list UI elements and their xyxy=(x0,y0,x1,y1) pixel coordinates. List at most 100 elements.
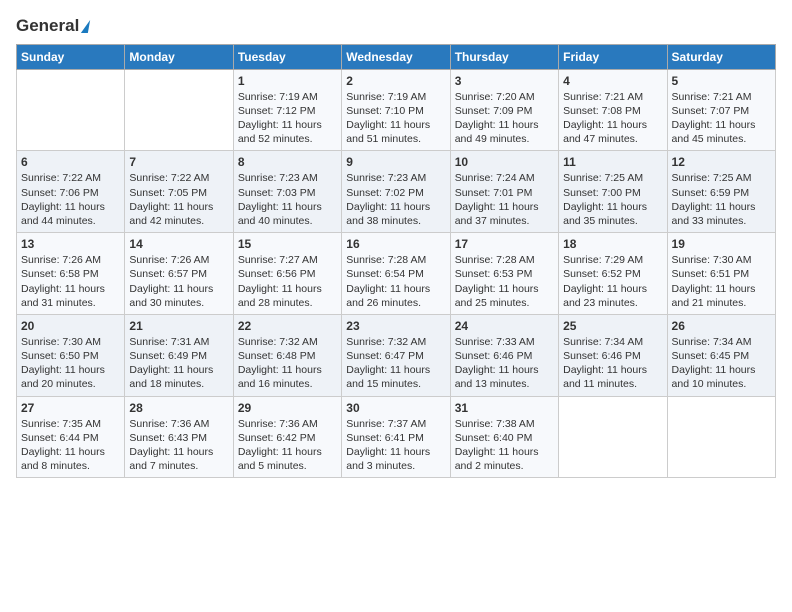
calendar-table: SundayMondayTuesdayWednesdayThursdayFrid… xyxy=(16,44,776,478)
weekday-header-sunday: Sunday xyxy=(17,44,125,69)
day-number: 23 xyxy=(346,319,445,333)
day-info: Sunrise: 7:26 AMSunset: 6:57 PMDaylight:… xyxy=(129,253,228,310)
day-info: Sunrise: 7:38 AMSunset: 6:40 PMDaylight:… xyxy=(455,417,554,474)
day-number: 28 xyxy=(129,401,228,415)
day-info: Sunrise: 7:30 AMSunset: 6:50 PMDaylight:… xyxy=(21,335,120,392)
weekday-header-monday: Monday xyxy=(125,44,233,69)
day-number: 25 xyxy=(563,319,662,333)
weekday-header-row: SundayMondayTuesdayWednesdayThursdayFrid… xyxy=(17,44,776,69)
calendar-week-row: 20 Sunrise: 7:30 AMSunset: 6:50 PMDayligh… xyxy=(17,314,776,396)
logo: General xyxy=(16,16,89,34)
calendar-cell: 3Sunrise: 7:20 AMSunset: 7:09 PMDaylight… xyxy=(450,69,558,151)
day-info: Sunrise: 7:22 AMSunset: 7:06 PMDaylight:… xyxy=(21,171,120,228)
day-info: Sunrise: 7:32 AMSunset: 6:48 PMDaylight:… xyxy=(238,335,337,392)
calendar-cell: 2 Sunrise: 7:19 AMSunset: 7:10 PMDaylight… xyxy=(342,69,450,151)
day-info: Sunrise: 7:28 AMSunset: 6:54 PMDaylight:… xyxy=(346,253,445,310)
weekday-header-friday: Friday xyxy=(559,44,667,69)
day-number: 8 xyxy=(238,155,337,169)
day-number: 5 xyxy=(672,74,771,88)
day-info: Sunrise: 7:29 AMSunset: 6:52 PMDaylight:… xyxy=(563,253,662,310)
calendar-cell: 1Sunrise: 7:19 AMSunset: 7:12 PMDaylight… xyxy=(233,69,341,151)
calendar-cell: 15 Sunrise: 7:27 AMSunset: 6:56 PMDayligh… xyxy=(233,233,341,315)
day-number: 14 xyxy=(129,237,228,251)
calendar-cell: 24Sunrise: 7:33 AMSunset: 6:46 PMDayligh… xyxy=(450,314,558,396)
day-info: Sunrise: 7:25 AMSunset: 6:59 PMDaylight:… xyxy=(672,171,771,228)
calendar-cell: 11 Sunrise: 7:25 AMSunset: 7:00 PMDayligh… xyxy=(559,151,667,233)
day-number: 27 xyxy=(21,401,120,415)
day-number: 18 xyxy=(563,237,662,251)
calendar-cell: 26 Sunrise: 7:34 AMSunset: 6:45 PMDayligh… xyxy=(667,314,775,396)
calendar-cell: 19 Sunrise: 7:30 AMSunset: 6:51 PMDayligh… xyxy=(667,233,775,315)
calendar-cell: 29 Sunrise: 7:36 AMSunset: 6:42 PMDayligh… xyxy=(233,396,341,478)
day-number: 7 xyxy=(129,155,228,169)
weekday-header-tuesday: Tuesday xyxy=(233,44,341,69)
calendar-cell: 22 Sunrise: 7:32 AMSunset: 6:48 PMDayligh… xyxy=(233,314,341,396)
day-number: 15 xyxy=(238,237,337,251)
calendar-cell: 23 Sunrise: 7:32 AMSunset: 6:47 PMDayligh… xyxy=(342,314,450,396)
day-info: Sunrise: 7:25 AMSunset: 7:00 PMDaylight:… xyxy=(563,171,662,228)
day-number: 21 xyxy=(129,319,228,333)
calendar-cell: 8Sunrise: 7:23 AMSunset: 7:03 PMDaylight… xyxy=(233,151,341,233)
calendar-cell: 13Sunrise: 7:26 AMSunset: 6:58 PMDayligh… xyxy=(17,233,125,315)
day-number: 2 xyxy=(346,74,445,88)
day-number: 22 xyxy=(238,319,337,333)
calendar-cell: 14 Sunrise: 7:26 AMSunset: 6:57 PMDayligh… xyxy=(125,233,233,315)
day-info: Sunrise: 7:20 AMSunset: 7:09 PMDaylight:… xyxy=(455,90,554,147)
calendar-cell: 18 Sunrise: 7:29 AMSunset: 6:52 PMDayligh… xyxy=(559,233,667,315)
day-info: Sunrise: 7:30 AMSunset: 6:51 PMDaylight:… xyxy=(672,253,771,310)
calendar-week-row: 13Sunrise: 7:26 AMSunset: 6:58 PMDayligh… xyxy=(17,233,776,315)
day-info: Sunrise: 7:36 AMSunset: 6:43 PMDaylight:… xyxy=(129,417,228,474)
calendar-cell: 17 Sunrise: 7:28 AMSunset: 6:53 PMDayligh… xyxy=(450,233,558,315)
day-number: 17 xyxy=(455,237,554,251)
day-info: Sunrise: 7:24 AMSunset: 7:01 PMDaylight:… xyxy=(455,171,554,228)
day-number: 10 xyxy=(455,155,554,169)
calendar-cell xyxy=(125,69,233,151)
day-number: 26 xyxy=(672,319,771,333)
logo-line1: General xyxy=(16,16,89,36)
calendar-cell: 12 Sunrise: 7:25 AMSunset: 6:59 PMDayligh… xyxy=(667,151,775,233)
calendar-cell: 27 Sunrise: 7:35 AMSunset: 6:44 PMDayligh… xyxy=(17,396,125,478)
calendar-cell xyxy=(559,396,667,478)
header: General xyxy=(16,16,776,34)
day-number: 11 xyxy=(563,155,662,169)
calendar-week-row: 6Sunrise: 7:22 AMSunset: 7:06 PMDaylight… xyxy=(17,151,776,233)
day-info: Sunrise: 7:26 AMSunset: 6:58 PMDaylight:… xyxy=(21,253,120,310)
day-number: 19 xyxy=(672,237,771,251)
calendar-cell xyxy=(17,69,125,151)
logo-general: General xyxy=(16,16,79,35)
day-number: 31 xyxy=(455,401,554,415)
day-info: Sunrise: 7:19 AMSunset: 7:12 PMDaylight:… xyxy=(238,90,337,147)
calendar-cell: 16 Sunrise: 7:28 AMSunset: 6:54 PMDayligh… xyxy=(342,233,450,315)
day-number: 16 xyxy=(346,237,445,251)
calendar-cell: 6Sunrise: 7:22 AMSunset: 7:06 PMDaylight… xyxy=(17,151,125,233)
day-info: Sunrise: 7:27 AMSunset: 6:56 PMDaylight:… xyxy=(238,253,337,310)
calendar-cell: 28 Sunrise: 7:36 AMSunset: 6:43 PMDayligh… xyxy=(125,396,233,478)
day-number: 29 xyxy=(238,401,337,415)
day-info: Sunrise: 7:34 AMSunset: 6:45 PMDaylight:… xyxy=(672,335,771,392)
calendar-cell: 30 Sunrise: 7:37 AMSunset: 6:41 PMDayligh… xyxy=(342,396,450,478)
day-number: 20 xyxy=(21,319,120,333)
day-number: 30 xyxy=(346,401,445,415)
calendar-cell: 31 Sunrise: 7:38 AMSunset: 6:40 PMDayligh… xyxy=(450,396,558,478)
day-info: Sunrise: 7:19 AMSunset: 7:10 PMDaylight:… xyxy=(346,90,445,147)
calendar-cell: 4 Sunrise: 7:21 AMSunset: 7:08 PMDaylight… xyxy=(559,69,667,151)
day-info: Sunrise: 7:36 AMSunset: 6:42 PMDaylight:… xyxy=(238,417,337,474)
calendar-cell: 21 Sunrise: 7:31 AMSunset: 6:49 PMDayligh… xyxy=(125,314,233,396)
day-number: 4 xyxy=(563,74,662,88)
day-info: Sunrise: 7:21 AMSunset: 7:08 PMDaylight:… xyxy=(563,90,662,147)
day-number: 9 xyxy=(346,155,445,169)
weekday-header-saturday: Saturday xyxy=(667,44,775,69)
day-info: Sunrise: 7:31 AMSunset: 6:49 PMDaylight:… xyxy=(129,335,228,392)
day-info: Sunrise: 7:32 AMSunset: 6:47 PMDaylight:… xyxy=(346,335,445,392)
day-info: Sunrise: 7:28 AMSunset: 6:53 PMDaylight:… xyxy=(455,253,554,310)
day-number: 12 xyxy=(672,155,771,169)
day-info: Sunrise: 7:22 AMSunset: 7:05 PMDaylight:… xyxy=(129,171,228,228)
calendar-cell: 5Sunrise: 7:21 AMSunset: 7:07 PMDaylight… xyxy=(667,69,775,151)
calendar-cell: 25Sunrise: 7:34 AMSunset: 6:46 PMDayligh… xyxy=(559,314,667,396)
day-number: 24 xyxy=(455,319,554,333)
day-info: Sunrise: 7:35 AMSunset: 6:44 PMDaylight:… xyxy=(21,417,120,474)
weekday-header-thursday: Thursday xyxy=(450,44,558,69)
day-info: Sunrise: 7:37 AMSunset: 6:41 PMDaylight:… xyxy=(346,417,445,474)
logo-triangle-icon xyxy=(81,20,90,33)
calendar-cell: 7 Sunrise: 7:22 AMSunset: 7:05 PMDaylight… xyxy=(125,151,233,233)
